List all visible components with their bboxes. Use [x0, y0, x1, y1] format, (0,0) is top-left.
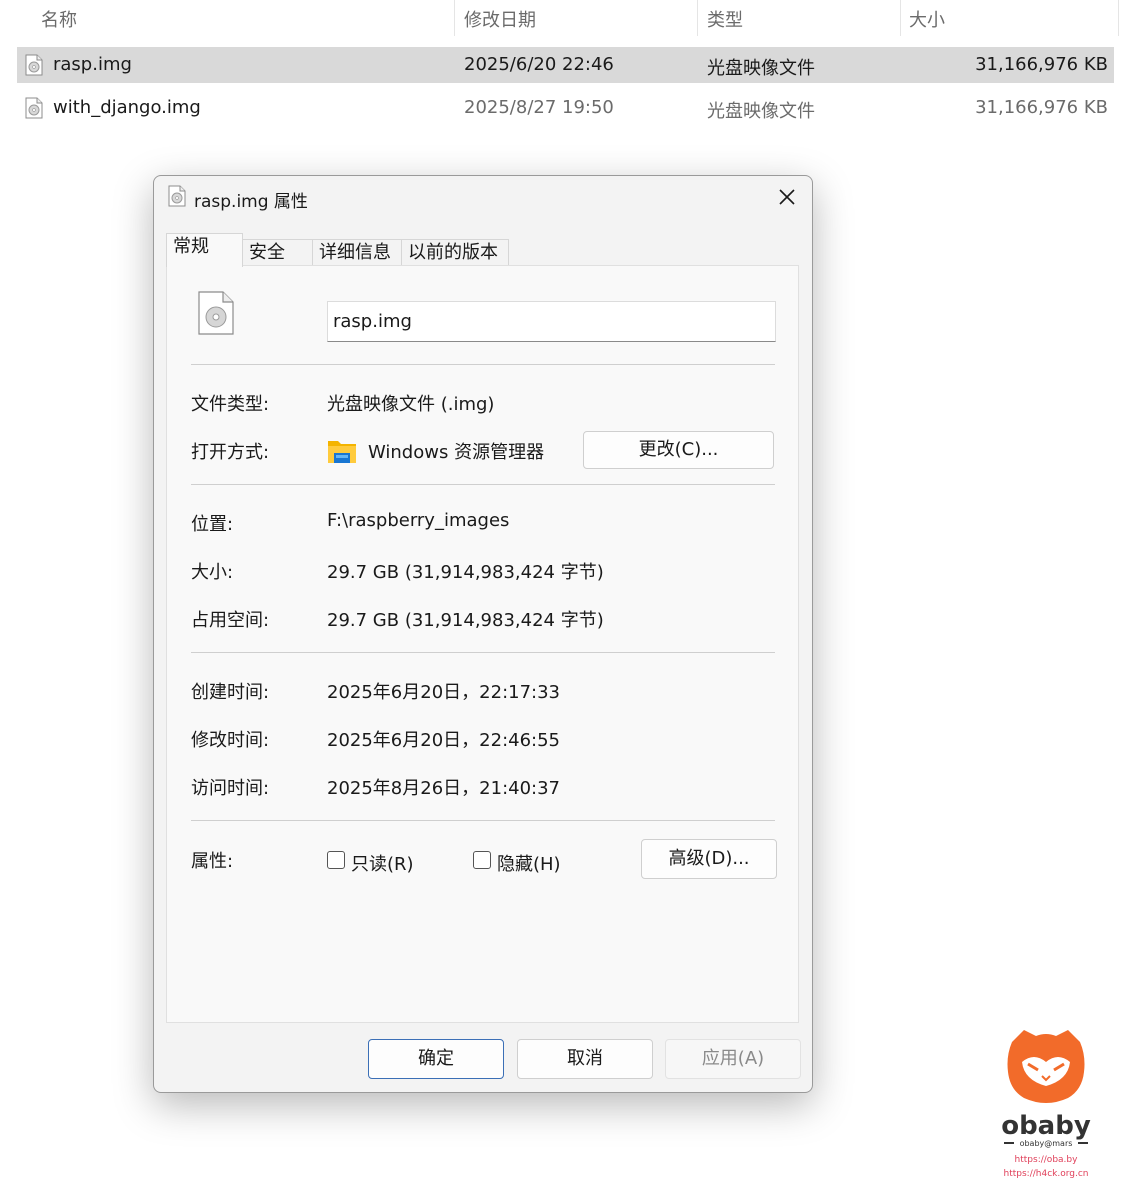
file-name: with_django.img	[53, 97, 201, 118]
column-divider[interactable]	[697, 0, 698, 36]
size-on-disk-label: 占用空间:	[191, 610, 270, 631]
file-modified-date: 2025/8/27 19:50	[464, 97, 614, 118]
file-row[interactable]: with_django.img 2025/8/27 19:50 光盘映像文件 3…	[17, 90, 1114, 126]
file-type: 光盘映像文件	[707, 101, 815, 122]
modified-label: 修改时间:	[191, 730, 270, 751]
file-name-input[interactable]	[327, 301, 776, 342]
readonly-checkbox[interactable]	[327, 851, 345, 869]
created-value: 2025年6月20日，22:17:33	[327, 682, 561, 703]
hidden-checkbox[interactable]	[473, 851, 491, 869]
logo-url-2: https://h4ck.org.cn	[1004, 1169, 1089, 1179]
file-type: 光盘映像文件	[707, 58, 815, 79]
tab-general[interactable]: 常规	[166, 233, 243, 267]
column-header-name[interactable]: 名称	[41, 6, 77, 32]
modified-value: 2025年6月20日，22:46:55	[327, 730, 561, 751]
change-button[interactable]: 更改(C)...	[583, 431, 774, 469]
file-modified-date: 2025/6/20 22:46	[464, 54, 614, 75]
sort-indicator-icon: ^	[237, 0, 249, 6]
file-size: 31,166,976 KB	[975, 54, 1108, 75]
column-divider[interactable]	[900, 0, 901, 36]
file-type-value: 光盘映像文件 (.img)	[327, 394, 495, 415]
cancel-button[interactable]: 取消	[517, 1039, 653, 1079]
readonly-label[interactable]: 只读(R)	[351, 850, 414, 876]
divider	[191, 820, 775, 821]
dialog-title: rasp.img 属性	[194, 192, 308, 212]
column-header-date[interactable]: 修改日期	[464, 6, 536, 32]
disc-image-file-icon	[168, 185, 186, 207]
hidden-label[interactable]: 隐藏(H)	[497, 850, 561, 876]
close-icon[interactable]	[772, 182, 802, 212]
file-name: rasp.img	[53, 54, 132, 75]
location-value: F:\raspberry_images	[327, 510, 510, 531]
obaby-logo: obaby obaby@mars https://oba.by https://…	[1001, 1030, 1091, 1179]
column-divider[interactable]	[454, 0, 455, 36]
properties-dialog: rasp.img 属性 常规 安全 详细信息 以前的版本 文件类型: 光盘映像文…	[153, 175, 813, 1093]
size-value: 29.7 GB (31,914,983,424 字节)	[327, 562, 604, 583]
file-size: 31,166,976 KB	[975, 97, 1108, 118]
file-explorer-icon	[328, 441, 356, 463]
general-tab-panel: 文件类型: 光盘映像文件 (.img) 打开方式: Windows 资源管理器 …	[166, 265, 799, 1023]
divider	[191, 484, 775, 485]
file-row[interactable]: rasp.img 2025/6/20 22:46 光盘映像文件 31,166,9…	[17, 47, 1114, 83]
logo-brand: obaby	[1001, 1111, 1091, 1141]
disc-image-file-icon	[25, 97, 43, 119]
size-label: 大小:	[191, 562, 234, 583]
location-label: 位置:	[191, 514, 234, 535]
tab-previous-versions[interactable]: 以前的版本	[401, 239, 509, 266]
open-with-value: Windows 资源管理器	[368, 442, 545, 463]
file-list-header: ^ 名称 修改日期 类型 大小	[0, 0, 1144, 36]
advanced-button[interactable]: 高级(D)...	[641, 839, 777, 879]
disc-image-file-icon	[198, 291, 234, 335]
disc-image-file-icon	[25, 54, 43, 76]
attributes-label: 属性:	[191, 851, 234, 872]
logo-url-1: https://oba.by	[1015, 1155, 1079, 1165]
column-header-size[interactable]: 大小	[909, 6, 945, 32]
divider	[191, 652, 775, 653]
column-divider[interactable]	[1118, 0, 1119, 36]
tab-details[interactable]: 详细信息	[312, 239, 402, 266]
file-type-label: 文件类型:	[191, 394, 270, 415]
logo-handle: obaby@mars	[1020, 1139, 1073, 1148]
ok-button[interactable]: 确定	[368, 1039, 504, 1079]
apply-button[interactable]: 应用(A)	[665, 1039, 801, 1079]
size-on-disk-value: 29.7 GB (31,914,983,424 字节)	[327, 610, 604, 631]
accessed-value: 2025年8月26日，21:40:37	[327, 778, 561, 799]
open-with-label: 打开方式:	[191, 442, 270, 463]
tab-security[interactable]: 安全	[242, 239, 313, 266]
column-header-type[interactable]: 类型	[707, 6, 743, 32]
created-label: 创建时间:	[191, 682, 270, 703]
divider	[191, 364, 775, 365]
accessed-label: 访问时间:	[191, 778, 270, 799]
